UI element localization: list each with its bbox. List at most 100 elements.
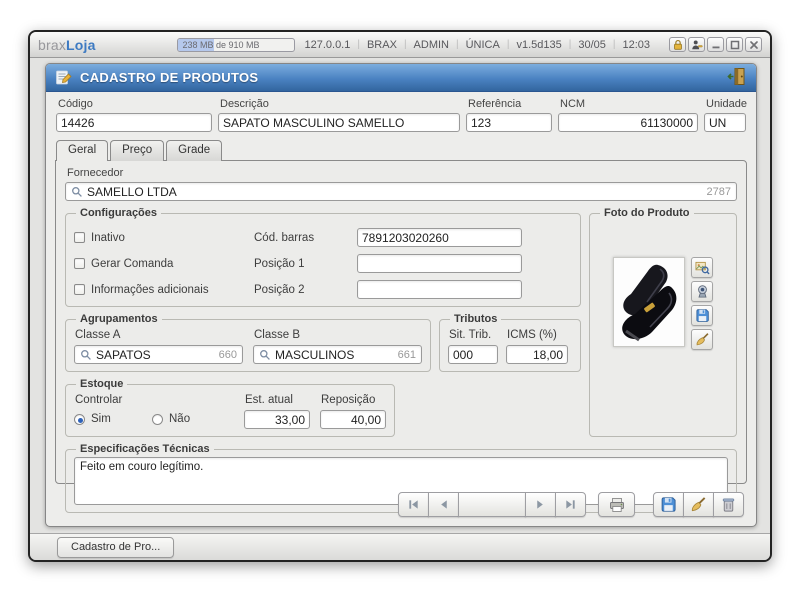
cadastro-produtos-window: CADASTRO DE PRODUTOS Código Descrição Re… <box>45 63 757 527</box>
taskbar: Cadastro de Pro... <box>30 533 770 560</box>
agrupamentos-title: Agrupamentos <box>76 313 162 325</box>
status-separator: | <box>613 39 616 50</box>
tributos-grid: Sit. Trib. ICMS (%) <box>448 327 572 364</box>
lock-button[interactable] <box>669 37 686 52</box>
clear-button[interactable] <box>683 492 714 517</box>
referencia-input[interactable] <box>466 113 552 132</box>
user-session-button[interactable] <box>688 37 705 52</box>
informacoes-adicionais-label: Informações adicionais <box>91 284 209 296</box>
first-record-button[interactable] <box>398 492 429 517</box>
form-titlebar: CADASTRO DE PRODUTOS <box>46 64 756 92</box>
last-record-icon <box>564 498 577 511</box>
classe-a-value: SAPATOS <box>96 348 151 362</box>
sit-trib-label: Sit. Trib. <box>449 329 498 341</box>
icms-cell: ICMS (%) <box>506 327 568 364</box>
save-button[interactable] <box>653 492 684 517</box>
maximize-button[interactable] <box>726 37 743 52</box>
status-separator: | <box>404 39 407 50</box>
cod-barras-label: Cód. barras <box>254 232 349 244</box>
status-user: ADMIN <box>414 39 449 51</box>
print-icon <box>609 497 625 513</box>
classe-b-cell: Classe B MASCULINOS 661 <box>253 327 422 364</box>
posicao1-input[interactable] <box>357 254 522 273</box>
icms-label: ICMS (%) <box>507 329 568 341</box>
classe-b-lookup[interactable]: MASCULINOS 661 <box>253 345 422 364</box>
taskbar-window-button[interactable]: Cadastro de Pro... <box>57 537 174 558</box>
classe-a-code: 660 <box>219 349 237 361</box>
fornecedor-lookup[interactable]: SAMELLO LTDA 2787 <box>65 182 737 201</box>
icms-input[interactable] <box>506 345 568 364</box>
maximize-icon <box>729 39 741 51</box>
tab-preco[interactable]: Preço <box>110 140 164 161</box>
classe-a-lookup[interactable]: SAPATOS 660 <box>74 345 243 364</box>
user-session-icon <box>691 39 703 51</box>
action-buttons <box>653 492 744 517</box>
memory-gauge: 238 MB de 910 MB <box>177 38 295 52</box>
last-record-button[interactable] <box>555 492 586 517</box>
reposicao-input[interactable] <box>320 410 386 429</box>
record-navigator <box>398 492 586 517</box>
form-title: CADASTRO DE PRODUTOS <box>80 70 258 85</box>
foto-save-button[interactable] <box>691 305 713 326</box>
est-atual-label: Est. atual <box>245 394 310 406</box>
unidade-label: Unidade <box>706 98 746 110</box>
fornecedor-code: 2787 <box>707 186 731 198</box>
descricao-input[interactable] <box>218 113 460 132</box>
ncm-input[interactable] <box>558 113 698 132</box>
print-button[interactable] <box>598 492 635 517</box>
previous-record-icon <box>437 498 450 511</box>
posicao2-input[interactable] <box>357 280 522 299</box>
estoque-title: Estoque <box>76 378 127 390</box>
checkbox-box <box>74 232 85 243</box>
app-logo: braxLoja <box>38 37 96 53</box>
next-record-button[interactable] <box>525 492 556 517</box>
status-items: 127.0.0.1| BRAX| ADMIN| ÚNICA| v1.5d135|… <box>304 39 650 51</box>
first-record-icon <box>407 498 420 511</box>
informacoes-adicionais-checkbox[interactable]: Informações adicionais <box>74 284 246 296</box>
product-photo <box>613 257 685 347</box>
minimize-button[interactable] <box>707 37 724 52</box>
radio-sim[interactable]: Sim <box>74 411 152 429</box>
agrupamentos-grid: Classe A SAPATOS 660 Classe B <box>74 327 422 364</box>
close-button[interactable] <box>745 37 762 52</box>
tab-grade[interactable]: Grade <box>166 140 222 161</box>
configuracoes-row: Informações adicionais Posição 2 <box>74 280 572 299</box>
titlebar-center: 238 MB de 910 MB 127.0.0.1| BRAX| ADMIN|… <box>177 37 762 52</box>
estoque-grid: Controlar Est. atual Reposição Sim Não <box>74 392 386 429</box>
gerar-comanda-checkbox[interactable]: Gerar Comanda <box>74 258 246 270</box>
delete-button[interactable] <box>713 492 744 517</box>
checkbox-box <box>74 284 85 295</box>
classe-b-label: Classe B <box>254 329 422 341</box>
memory-gauge-text: 238 MB de 910 MB <box>178 39 294 51</box>
tab-geral[interactable]: Geral <box>56 140 108 161</box>
gerar-comanda-label: Gerar Comanda <box>91 258 173 270</box>
posicao2-label: Posição 2 <box>254 284 349 296</box>
status-host: 127.0.0.1 <box>304 39 350 51</box>
search-icon <box>71 186 83 198</box>
estoque-fieldset: Estoque Controlar Est. atual Reposição S… <box>65 378 395 437</box>
field-ncm: NCM <box>558 97 698 132</box>
search-icon <box>80 349 92 361</box>
posicao1-label: Posição 1 <box>254 258 349 270</box>
field-referencia: Referência <box>466 97 552 132</box>
unidade-input[interactable] <box>704 113 746 132</box>
shoes-image <box>614 258 684 346</box>
configuracoes-row: Gerar Comanda Posição 1 <box>74 254 572 273</box>
sit-trib-input[interactable] <box>448 345 498 364</box>
cod-barras-input[interactable] <box>357 228 522 247</box>
previous-record-button[interactable] <box>428 492 459 517</box>
foto-search-button[interactable] <box>691 257 713 278</box>
inativo-checkbox[interactable]: Inativo <box>74 232 246 244</box>
classe-a-cell: Classe A SAPATOS 660 <box>74 327 243 364</box>
tributos-fieldset: Tributos Sit. Trib. ICMS (%) <box>439 313 581 372</box>
est-atual-input[interactable] <box>244 410 310 429</box>
codigo-input[interactable] <box>56 113 212 132</box>
status-time: 12:03 <box>622 39 650 51</box>
fornecedor-block: Fornecedor SAMELLO LTDA 2787 <box>65 166 737 201</box>
radio-nao[interactable]: Não <box>152 411 230 429</box>
exit-form-button[interactable] <box>727 67 747 89</box>
foto-webcam-button[interactable] <box>691 281 713 302</box>
foto-clear-button[interactable] <box>691 329 713 350</box>
lock-icon <box>672 39 684 51</box>
main-content-row: Configurações Inativo Cód. barras Gerar … <box>65 207 737 437</box>
